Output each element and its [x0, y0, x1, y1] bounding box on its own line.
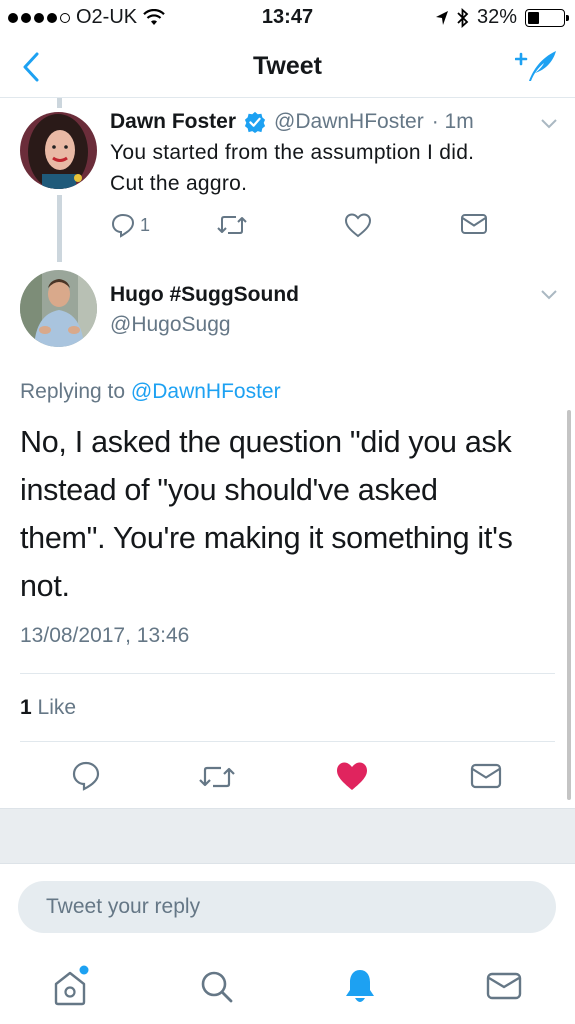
tweet-text-line: Cut the aggro. [110, 172, 248, 195]
heart-icon [344, 213, 372, 238]
replying-to: Replying to @DawnHFoster [20, 380, 281, 404]
reply-icon [111, 213, 135, 238]
likes-count-link[interactable]: 1 Like [20, 696, 76, 720]
avatar-dawn-foster[interactable] [20, 112, 97, 189]
parent-tweet-text: You started from the assumption I did. C… [110, 137, 540, 199]
author-handle[interactable]: @HugoSugg [110, 313, 231, 337]
author-name[interactable]: Dawn Foster [110, 110, 236, 134]
retweet-icon[interactable] [198, 762, 236, 792]
avatar-hugo-sugg[interactable] [20, 270, 97, 347]
scrollbar[interactable] [567, 410, 571, 800]
retweet-icon [217, 216, 247, 234]
reply-button[interactable]: 1 [110, 212, 150, 238]
bottom-tab-bar [0, 950, 575, 1024]
like-count: 1 [20, 696, 32, 719]
parent-tweet-actions: 1 [110, 212, 510, 242]
tweet-text-line: No, I asked the question "did you ask [20, 425, 512, 459]
author-name[interactable]: Hugo #SuggSound [110, 283, 299, 307]
reply-input[interactable] [18, 881, 556, 933]
like-button[interactable] [344, 212, 372, 238]
home-icon[interactable] [50, 964, 90, 1008]
location-arrow-icon [435, 10, 448, 25]
like-label: Like [37, 696, 77, 719]
direct-message-button[interactable] [460, 212, 488, 236]
tweet-text-line: them". You're making it something it's [20, 521, 513, 555]
reply-icon[interactable] [70, 760, 102, 792]
messages-icon[interactable] [484, 964, 524, 1008]
envelope-icon[interactable] [470, 762, 502, 790]
bluetooth-icon [457, 7, 469, 28]
author-handle[interactable]: @DawnHFoster [274, 110, 424, 134]
verified-badge-icon [244, 111, 266, 133]
tweet-text-line: not. [20, 569, 70, 603]
notifications-icon[interactable] [340, 964, 380, 1008]
battery-percent: 32% [476, 6, 517, 28]
section-separator [0, 808, 575, 864]
compose-tweet-icon[interactable] [515, 48, 559, 84]
reply-count: 1 [140, 214, 151, 235]
envelope-icon [461, 214, 487, 234]
tweet-text-line: instead of "you should've asked [20, 473, 438, 507]
status-bar: O2-UK 13:47 32% [0, 0, 575, 36]
divider [20, 741, 555, 742]
battery-icon [525, 8, 569, 27]
divider [20, 673, 555, 674]
reply-composer[interactable] [18, 881, 556, 933]
replying-to-link[interactable]: @DawnHFoster [131, 380, 281, 403]
chevron-down-icon[interactable] [540, 118, 558, 130]
liked-heart-icon[interactable] [335, 760, 369, 792]
tweet-text-line: You started from the assumption I did. [110, 141, 475, 164]
status-right-group: 32% [435, 6, 569, 29]
thread-line-top [57, 98, 62, 108]
page-title: Tweet [253, 52, 322, 80]
replying-prefix: Replying to [20, 380, 126, 403]
search-icon[interactable] [196, 964, 236, 1008]
navigation-bar: Tweet [0, 36, 575, 98]
tweet-age: · 1m [431, 110, 474, 133]
chevron-down-icon[interactable] [540, 289, 558, 301]
retweet-button[interactable] [216, 212, 248, 238]
parent-tweet-header: Dawn Foster @DawnHFoster · 1m [110, 110, 474, 134]
main-tweet-actions [0, 758, 575, 794]
main-tweet-text: No, I asked the question "did you ask in… [20, 418, 560, 610]
thread-line [57, 195, 62, 262]
tweet-timestamp: 13/08/2017, 13:46 [20, 624, 190, 647]
